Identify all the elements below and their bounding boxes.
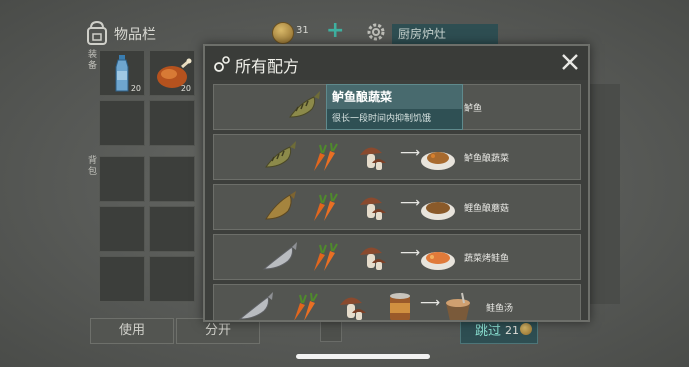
location-label: 厨房炉灶	[392, 24, 498, 44]
recipe-result-name: 鲤鱼酿蘑菇	[464, 204, 510, 214]
carrot-icon	[314, 142, 338, 171]
recipe-row[interactable]: ⟶ 鲤鱼酿蘑菇	[213, 184, 581, 230]
inventory-slot[interactable]	[99, 206, 145, 252]
inventory-slot[interactable]	[99, 100, 145, 146]
inventory-slot-chicken[interactable]: 20	[149, 50, 195, 96]
arrow-icon: ⟶	[400, 195, 421, 211]
tooltip-title: 鲈鱼酿蔬菜	[332, 90, 393, 104]
recipe-tooltip: 鲈鱼酿蔬菜 很长一段时间内抑制饥饿	[326, 84, 463, 130]
dish-icon	[421, 252, 455, 270]
inventory-slot[interactable]	[99, 256, 145, 302]
mushroom-icon	[340, 297, 366, 320]
salmon-fish-icon	[262, 242, 297, 270]
soup-icon	[446, 292, 470, 320]
salmon-fish-icon	[238, 292, 273, 320]
inventory-slot[interactable]	[99, 156, 145, 202]
modal-header: 所有配方	[205, 46, 588, 80]
skip-label: 跳过	[475, 324, 502, 339]
recipe-row[interactable]: ⟶ 蔬菜烤鲑鱼	[213, 234, 581, 280]
coin-icon	[272, 22, 294, 44]
tooltip-description: 很长一段时间内抑制饥饿	[327, 109, 462, 129]
water-bottle-icon	[115, 55, 129, 92]
inventory-slot-bottle[interactable]: 20	[99, 50, 145, 96]
recipe-result-name: 鲈鱼酿蔬菜	[464, 154, 510, 164]
use-button[interactable]: 使用	[90, 318, 174, 344]
recipe-result-name: 鲑鱼汤	[486, 304, 514, 314]
carrot-icon	[314, 242, 338, 271]
add-coins-button[interactable]: +	[326, 18, 344, 43]
coin-icon	[520, 323, 532, 335]
equipment-label: 装备	[88, 50, 98, 71]
slot-count: 20	[180, 84, 191, 93]
recipe-result-name: 鲈鱼	[464, 104, 483, 114]
recipe-row[interactable]: ⟶ 鲑鱼汤	[213, 284, 581, 320]
dish-icon	[421, 152, 455, 170]
skip-cost: 21	[505, 324, 519, 337]
side-panel	[590, 84, 620, 304]
arrow-icon: ⟶	[420, 295, 441, 311]
inventory-title: 物品栏	[114, 27, 156, 43]
mushroom-icon	[360, 197, 386, 220]
gears-icon	[214, 56, 230, 72]
recipe-result-name: 蔬菜烤鲑鱼	[464, 254, 510, 264]
carrot-icon	[314, 192, 338, 221]
coin-count: 31	[296, 25, 309, 36]
recipe-row[interactable]: ⟶ 鲈鱼酿蔬菜	[213, 134, 581, 180]
modal-title: 所有配方	[235, 57, 300, 76]
inventory-slot[interactable]	[149, 206, 195, 252]
inventory-slot[interactable]	[149, 100, 195, 146]
carrot-icon	[294, 292, 318, 320]
trash-icon[interactable]	[320, 320, 342, 342]
inventory-slot[interactable]	[149, 156, 195, 202]
perch-fish-icon	[265, 141, 296, 168]
can-icon	[390, 293, 410, 320]
gear-icon	[367, 23, 385, 41]
arrow-icon: ⟶	[400, 245, 421, 261]
carp-fish-icon	[265, 191, 296, 220]
dish-icon	[421, 202, 455, 220]
perch-fish-icon	[289, 91, 320, 118]
slot-count: 20	[130, 84, 141, 93]
mushroom-icon	[360, 247, 386, 270]
backpack-icon	[87, 20, 107, 45]
inventory-slot[interactable]	[149, 256, 195, 302]
close-icon[interactable]	[558, 50, 582, 74]
home-indicator[interactable]	[296, 354, 430, 359]
arrow-icon: ⟶	[400, 145, 421, 161]
mushroom-icon	[360, 147, 386, 170]
backpack-label: 背包	[88, 156, 98, 177]
